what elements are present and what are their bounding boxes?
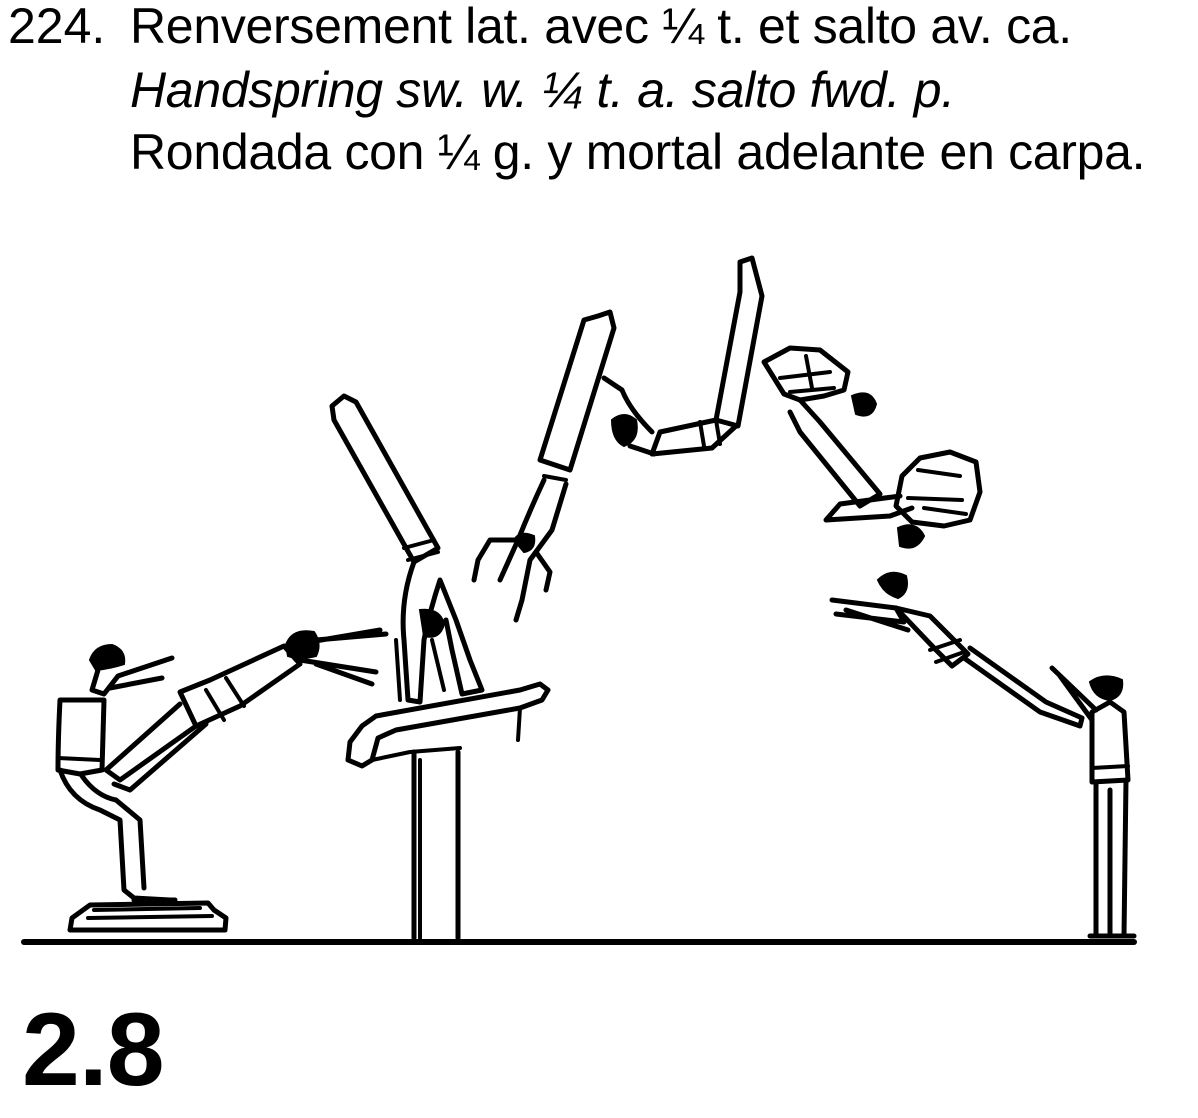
gymnast-salto-open (823, 449, 983, 549)
springboard (67, 900, 229, 933)
difficulty-value: 2.8 (22, 992, 165, 1108)
gymnast-takeoff (55, 643, 178, 903)
gymnast-flight-2 (601, 255, 765, 457)
gymnast-preflight (103, 627, 389, 793)
gymnast-descent (829, 571, 1085, 729)
gymnast-handstand (329, 393, 485, 705)
vault-sequence-illustration (21, 255, 1137, 945)
element-card: 224. Renversement lat. avec ¼ t. et salt… (0, 0, 1198, 1118)
gymnast-salto-pike (761, 345, 883, 509)
vaulting-table (345, 681, 551, 941)
gymnast-flight-1 (471, 309, 617, 623)
